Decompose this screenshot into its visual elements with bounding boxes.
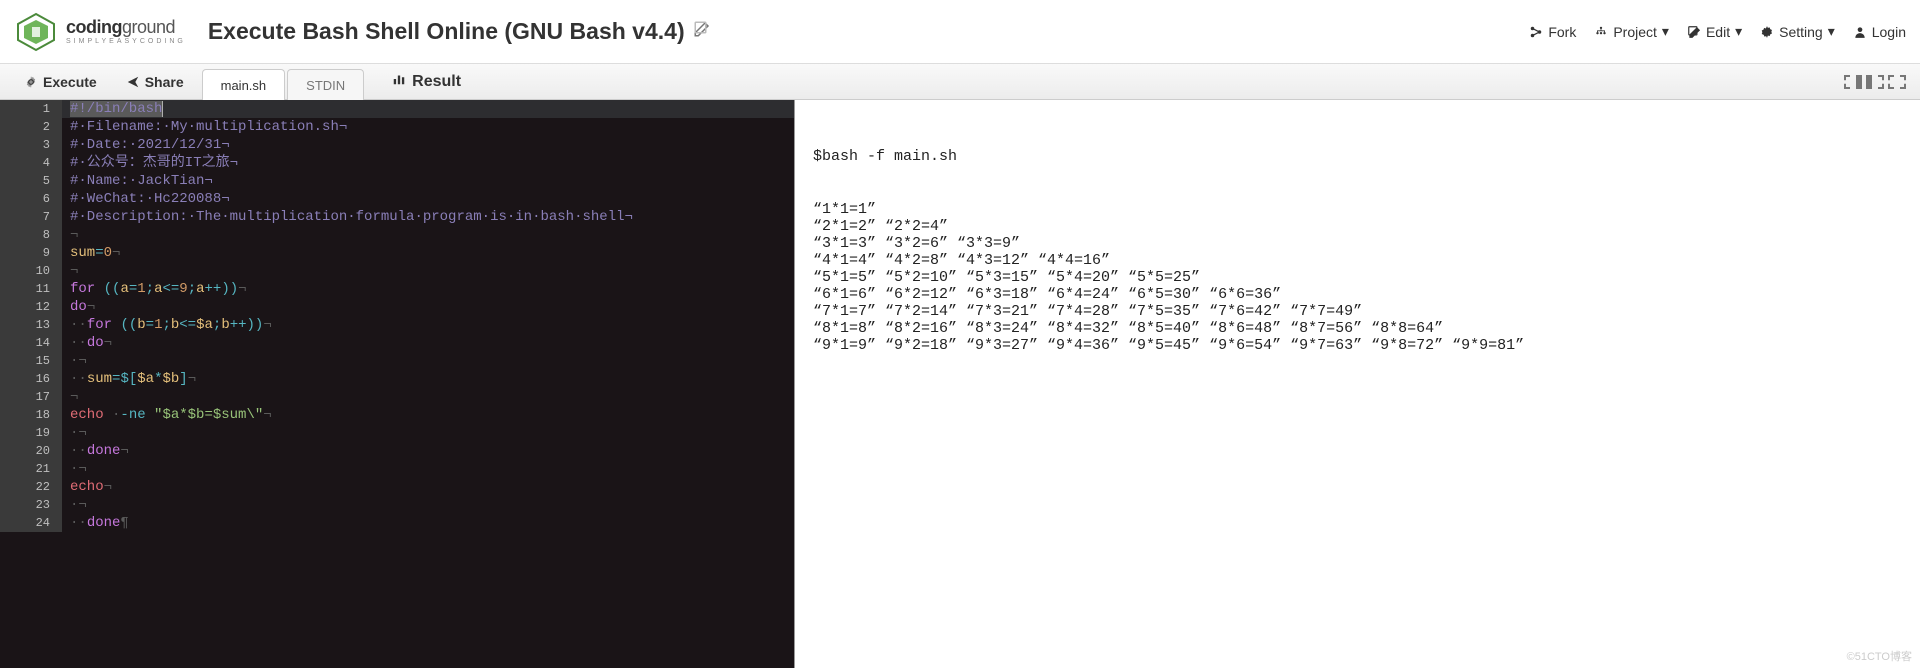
code-line[interactable]: ¬ [70,388,794,406]
layout-left-icon[interactable] [1844,75,1862,89]
code-line[interactable]: ··done¬ [70,442,794,460]
logo-icon [14,10,58,54]
chart-icon [392,72,406,91]
share-button[interactable]: Share [116,74,194,90]
tab-main[interactable]: main.sh [202,69,286,100]
code-line[interactable]: ¬ [70,226,794,244]
result-row: “6*1=6” “6*2=12” “6*3=18” “6*4=24” “6*5=… [813,286,1902,303]
code-line[interactable]: ¬ [70,262,794,280]
tab-stdin[interactable]: STDIN [287,69,364,100]
code-line[interactable]: ··do¬ [70,334,794,352]
code-line[interactable]: for ((a=1;a<=9;a++))¬ [70,280,794,298]
result-row: “3*1=3” “3*2=6” “3*3=9” [813,235,1902,252]
code-line[interactable]: ·¬ [70,352,794,370]
code-line[interactable]: ·¬ [70,460,794,478]
result-row: “4*1=4” “4*2=8” “4*3=12” “4*4=16” [813,252,1902,269]
result-command: $bash -f main.sh [813,148,1902,165]
result-header: Result [392,72,461,91]
toolbar: Execute Share main.sh STDIN Result [0,64,1920,100]
code-line[interactable]: echo¬ [70,478,794,496]
code-line[interactable]: #·WeChat:·Hc220088¬ [70,190,794,208]
top-actions: Fork Project ▾ Edit ▾ Setting ▾ Login [1529,23,1906,40]
result-row: “2*1=2” “2*2=4” [813,218,1902,235]
chevron-down-icon: ▾ [1735,23,1742,40]
code-editor[interactable]: 123456789101112131415161718192021222324 … [0,100,795,668]
fork-button[interactable]: Fork [1529,24,1576,40]
code-line[interactable]: #·Filename:·My·multiplication.sh¬ [70,118,794,136]
code-line[interactable]: ·¬ [70,424,794,442]
edit-dropdown[interactable]: Edit ▾ [1687,23,1742,40]
code-line[interactable]: sum=0¬ [70,244,794,262]
edit-title-icon[interactable] [693,20,711,43]
layout-right-icon[interactable] [1866,75,1884,89]
code-line[interactable]: #·Name:·JackTian¬ [70,172,794,190]
execute-button[interactable]: Execute [14,74,107,90]
code-area[interactable]: #!/bin/bash#·Filename:·My·multiplication… [62,100,794,532]
result-row: “9*1=9” “9*2=18” “9*3=27” “9*4=36” “9*5=… [813,337,1902,354]
fullscreen-icon[interactable] [1888,75,1906,89]
header: codingground SIMPLYEASYCODING Execute Ba… [0,0,1920,64]
main: 123456789101112131415161718192021222324 … [0,100,1920,668]
code-line[interactable]: #·Date:·2021/12/31¬ [70,136,794,154]
project-dropdown[interactable]: Project ▾ [1594,23,1669,40]
code-line[interactable]: ·¬ [70,496,794,514]
code-line[interactable]: ··for ((b=1;b<=$a;b++))¬ [70,316,794,334]
editor-tabs: main.sh STDIN [202,64,367,99]
layout-icons [1844,75,1906,89]
chevron-down-icon: ▾ [1828,23,1835,40]
logo-text: codingground SIMPLYEASYCODING [66,18,186,45]
result-output: $bash -f main.sh “1*1=1”“2*1=2” “2*2=4”“… [795,100,1920,668]
result-row: “1*1=1” [813,201,1902,218]
watermark: ©51CTO博客 [1847,648,1912,664]
chevron-down-icon: ▾ [1662,23,1669,40]
code-line[interactable]: ··done¶ [70,514,794,532]
login-button[interactable]: Login [1853,24,1906,40]
result-row: “7*1=7” “7*2=14” “7*3=21” “7*4=28” “7*5=… [813,303,1902,320]
code-line[interactable]: do¬ [70,298,794,316]
logo[interactable]: codingground SIMPLYEASYCODING [14,10,186,54]
code-line[interactable]: #!/bin/bash [70,100,794,118]
setting-dropdown[interactable]: Setting ▾ [1760,23,1835,40]
code-line[interactable]: echo ·-ne "$a*$b=$sum\"¬ [70,406,794,424]
code-line[interactable]: ··sum=$[$a*$b]¬ [70,370,794,388]
page-title: Execute Bash Shell Online (GNU Bash v4.4… [208,18,711,45]
code-line[interactable]: #·公众号：杰哥的IT之旅¬ [70,154,794,172]
gutter: 123456789101112131415161718192021222324 [0,100,62,532]
result-row: “5*1=5” “5*2=10” “5*3=15” “5*4=20” “5*5=… [813,269,1902,286]
result-row: “8*1=8” “8*2=16” “8*3=24” “8*4=32” “8*5=… [813,320,1902,337]
code-line[interactable]: #·Description:·The·multiplication·formul… [70,208,794,226]
